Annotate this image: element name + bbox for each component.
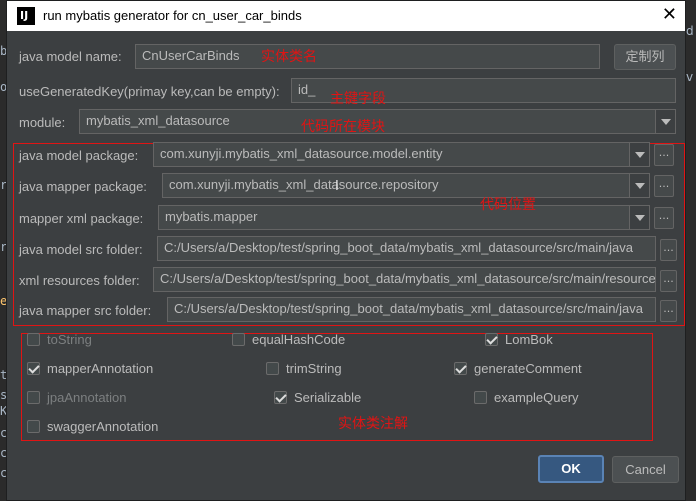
ok-button[interactable]: OK [538,455,604,483]
chevron-down-icon[interactable] [629,206,649,229]
checkbox-box[interactable] [485,333,498,346]
checkbox-box[interactable] [274,391,287,404]
chevron-down-icon[interactable] [629,143,649,166]
background-editor-right: d v [686,0,696,501]
tostring-checkbox[interactable]: toString [27,332,92,347]
equal-hashcode-label: equalHashCode [252,332,346,347]
chevron-down-icon[interactable] [629,174,649,197]
browse-java-mapper-src-folder-button[interactable]: ... [660,300,677,322]
use-generated-key-label: useGeneratedKey(primay key,can be empty)… [19,84,280,99]
serializable-label: Serializable [294,390,362,405]
module-location-annotation: 代码所在模块 [301,119,385,135]
checkbox-box[interactable] [266,362,279,375]
java-model-package-select[interactable]: com.xunyji.mybatis_xml_datasource.model.… [153,142,650,167]
module-select-value: mybatis_xml_datasource [86,113,230,128]
trim-string-checkbox[interactable]: trimString [266,361,342,376]
cancel-button[interactable]: Cancel [612,456,679,483]
checkbox-box[interactable] [27,391,40,404]
mapper-annotation-label: mapperAnnotation [47,361,154,376]
title-bar[interactable]: IJ run mybatis generator for cn_user_car… [7,1,685,31]
mapper-xml-package-value: mybatis.mapper [165,209,258,224]
generate-comment-checkbox[interactable]: generateComment [454,361,582,376]
browse-xml-resources-folder-button[interactable]: ... [660,270,677,292]
java-mapper-package-select[interactable]: com.xunyji.mybatis_xml_datasource.reposi… [162,173,650,198]
java-mapper-package-value: com.xunyji.mybatis_xml_datasource.reposi… [169,177,439,192]
checkbox-box[interactable] [27,362,40,375]
module-label: module: [19,115,66,130]
mybatis-generator-dialog: IJ run mybatis generator for cn_user_car… [6,0,686,501]
swagger-annotation-label: swaggerAnnotation [47,419,159,434]
checkbox-box[interactable] [27,420,40,433]
java-mapper-package-label: java mapper package: [19,179,147,194]
tostring-label: toString [47,332,92,347]
browse-java-model-package-button[interactable]: ... [654,144,674,166]
swagger-annotation-checkbox[interactable]: swaggerAnnotation [27,419,158,434]
browse-java-mapper-package-button[interactable]: ... [654,175,674,197]
editor-glyph: d [686,24,694,38]
entity-name-annotation: 实体类名 [261,49,317,65]
chevron-down-icon[interactable] [655,110,675,133]
java-model-src-folder-label: java model src folder: [19,242,143,257]
java-model-package-label: java model package: [19,148,139,163]
text-cursor-icon: I [335,179,339,194]
example-query-label: exampleQuery [494,390,579,405]
example-query-checkbox[interactable]: exampleQuery [474,390,579,405]
java-mapper-src-folder-label: java mapper src folder: [19,303,152,318]
checkbox-box[interactable] [232,333,245,346]
mapper-xml-package-select[interactable]: mybatis.mapper [158,205,650,230]
editor-glyph: v [686,70,694,84]
checkbox-box[interactable] [454,362,467,375]
generate-comment-label: generateComment [474,361,582,376]
trim-string-label: trimString [286,361,342,376]
intellij-app-icon: IJ [17,7,35,25]
jpa-annotation-label: jpaAnnotation [47,390,127,405]
lombok-label: LomBok [505,332,553,347]
xml-resources-folder-label: xml resources folder: [19,273,140,288]
java-model-name-label: java model name: [19,49,122,64]
browse-mapper-xml-package-button[interactable]: ... [654,207,674,229]
custom-columns-button[interactable]: 定制列 [614,44,676,70]
jpa-annotation-checkbox[interactable]: jpaAnnotation [27,390,127,405]
checkbox-box[interactable] [474,391,487,404]
primary-key-annotation: 主键字段 [330,91,386,107]
entity-annotations-annotation: 实体类注解 [338,416,408,432]
lombok-checkbox[interactable]: LomBok [485,332,553,347]
java-model-name-input[interactable]: CnUserCarBinds [135,44,600,69]
mapper-annotation-checkbox[interactable]: mapperAnnotation [27,361,153,376]
window-title: run mybatis generator for cn_user_car_bi… [43,8,302,23]
java-mapper-src-folder-input[interactable]: C:/Users/a/Desktop/test/spring_boot_data… [167,297,656,322]
equal-hashcode-checkbox[interactable]: equalHashCode [232,332,345,347]
browse-java-model-src-folder-button[interactable]: ... [660,239,677,261]
java-model-package-value: com.xunyji.mybatis_xml_datasource.model.… [160,146,443,161]
checkbox-box[interactable] [27,333,40,346]
serializable-checkbox[interactable]: Serializable [274,390,361,405]
java-model-src-folder-input[interactable]: C:/Users/a/Desktop/test/spring_boot_data… [157,236,656,261]
xml-resources-folder-input[interactable]: C:/Users/a/Desktop/test/spring_boot_data… [153,267,656,292]
mapper-xml-package-label: mapper xml package: [19,211,144,226]
code-location-annotation: 代码位置 [480,197,536,213]
close-icon[interactable]: ✕ [662,4,677,25]
